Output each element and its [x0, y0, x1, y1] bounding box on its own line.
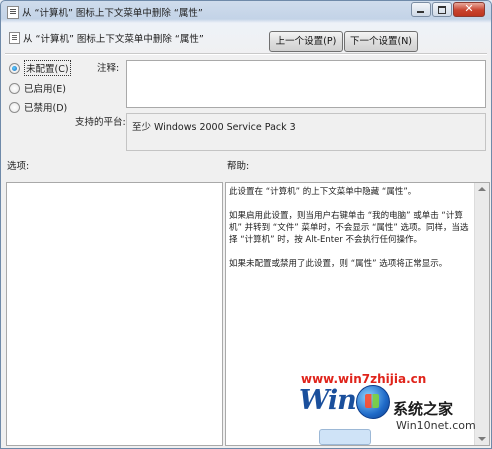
radio-button[interactable]	[9, 82, 20, 94]
comment-label: 注释:	[97, 63, 120, 74]
watermark-brand: Win	[299, 385, 357, 416]
policy-document-icon	[7, 6, 19, 19]
watermark-site-domain: Win10net.com	[396, 419, 476, 432]
radio-label-enabled: 已启用(E)	[24, 84, 66, 95]
title-bar[interactable]: 从 “计算机” 图标上下文菜单中删除 “属性” ✕	[1, 1, 491, 23]
platform-value: 至少 Windows 2000 Service Pack 3	[132, 122, 296, 133]
help-scrollbar[interactable]	[474, 183, 489, 445]
watermark-logo-icon	[356, 385, 390, 419]
next-setting-button[interactable]: 下一个设置(N)	[344, 31, 418, 52]
help-label: 帮助:	[227, 161, 250, 172]
watermark-site-name: 系统之家	[393, 400, 454, 418]
close-icon: ✕	[464, 2, 474, 15]
scroll-down-icon[interactable]	[478, 437, 486, 441]
help-paragraph: 如果启用此设置，则当用户右键单击 “我的电脑” 或单击 “计算机” 并转到 “文…	[229, 211, 469, 245]
policy-setting-window: 从 “计算机” 图标上下文菜单中删除 “属性” ✕ 从 “计算机” 图标上下文菜…	[0, 0, 492, 449]
comment-textarea[interactable]	[126, 60, 486, 108]
setting-document-icon	[9, 32, 20, 44]
help-paragraph: 如果未配置或禁用了此设置，则 “属性” 选项将正常显示。	[229, 259, 448, 269]
window-controls: ✕	[411, 2, 485, 17]
setting-name: 从 “计算机” 图标上下文菜单中删除 “属性”	[23, 34, 204, 45]
radio-enabled[interactable]: 已启用(E)	[9, 81, 66, 95]
options-pane	[6, 182, 223, 446]
platform-field: 至少 Windows 2000 Service Pack 3	[126, 113, 486, 151]
help-text: 此设置在 “计算机” 的上下文菜单中隐藏 “属性”。 如果启用此设置，则当用户右…	[229, 186, 469, 282]
watermark-decoration	[319, 429, 371, 445]
radio-button[interactable]	[9, 101, 20, 113]
minimize-button[interactable]	[411, 2, 431, 17]
header-divider	[5, 53, 487, 55]
options-label: 选项:	[7, 161, 30, 172]
radio-label-not-configured: 未配置(C)	[24, 60, 71, 76]
radio-disabled[interactable]: 已禁用(D)	[9, 100, 67, 114]
maximize-button[interactable]	[432, 2, 452, 17]
radio-not-configured[interactable]: 未配置(C)	[9, 60, 71, 76]
minimize-icon	[417, 11, 424, 13]
window-title: 从 “计算机” 图标上下文菜单中删除 “属性”	[22, 8, 203, 19]
radio-label-disabled: 已禁用(D)	[24, 103, 68, 114]
watermark-url: www.win7zhijia.cn	[301, 372, 427, 386]
scroll-up-icon[interactable]	[478, 187, 486, 191]
help-paragraph: 此设置在 “计算机” 的上下文菜单中隐藏 “属性”。	[229, 187, 417, 197]
platform-label: 支持的平台:	[75, 117, 126, 128]
radio-button-checked[interactable]	[9, 62, 20, 74]
maximize-icon	[438, 6, 446, 14]
close-button[interactable]: ✕	[453, 2, 485, 17]
previous-setting-button[interactable]: 上一个设置(P)	[269, 31, 343, 52]
